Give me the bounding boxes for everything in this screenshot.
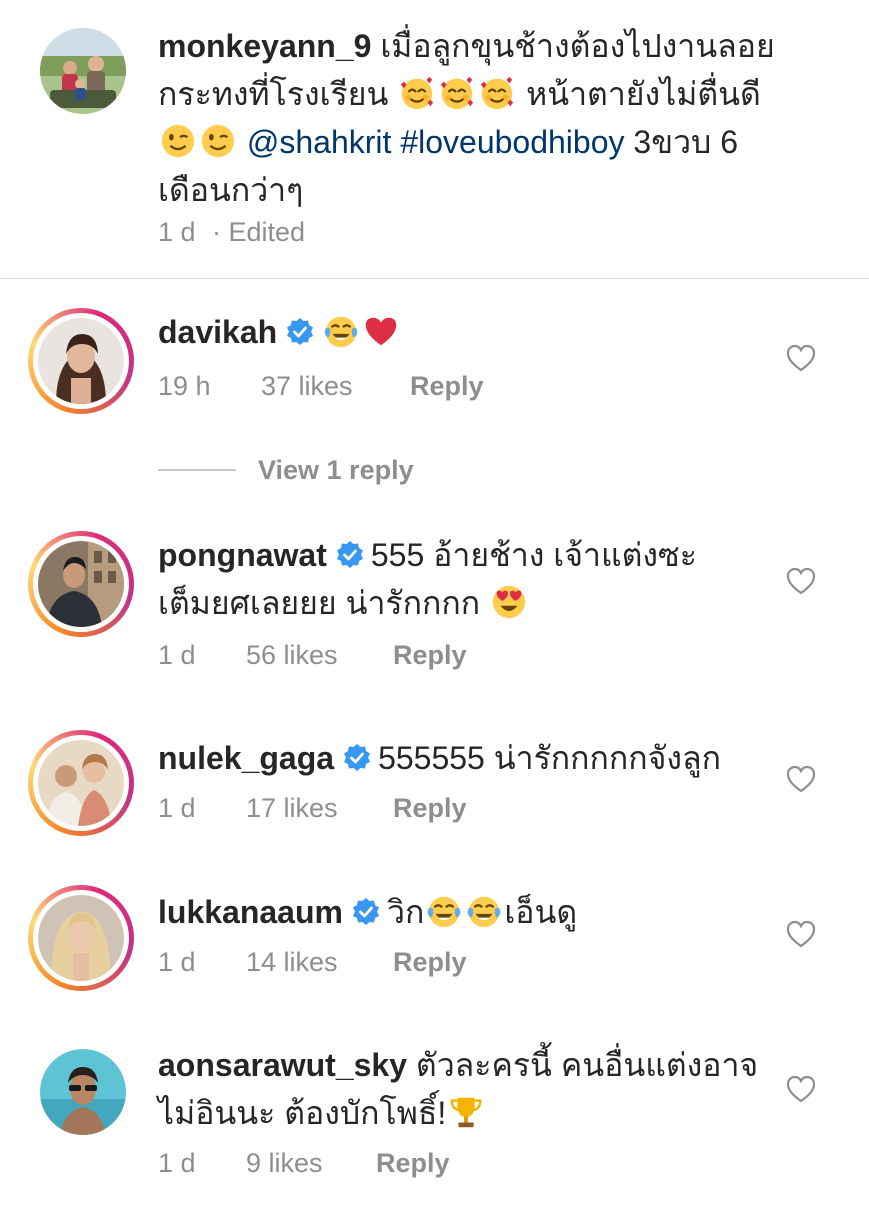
comment-text-post: เอ็นดู	[504, 894, 578, 930]
comments-screen: monkeyann_9 เมื่อลูกขุนช้างต้องไปงานลอย …	[0, 0, 869, 1213]
caption-time: 1 d	[158, 217, 196, 247]
hashtag-link[interactable]: #loveubodhiboy	[400, 124, 624, 160]
like-heart-icon[interactable]	[786, 344, 816, 372]
caption-author-avatar[interactable]	[40, 28, 126, 114]
comment-time: 1 d	[158, 640, 196, 670]
avatar[interactable]	[40, 1049, 126, 1135]
comment-likes[interactable]: 9 likes	[246, 1145, 323, 1181]
like-heart-icon[interactable]	[786, 567, 816, 595]
avatar	[38, 318, 124, 404]
caption-username[interactable]: monkeyann_9	[158, 28, 371, 64]
comment-likes[interactable]: 17 likes	[246, 790, 338, 826]
mention-link[interactable]: @shahkrit	[247, 124, 392, 160]
verified-badge-icon	[352, 898, 379, 925]
like-heart-icon[interactable]	[786, 1075, 816, 1103]
reply-button[interactable]: Reply	[393, 790, 467, 826]
reply-button[interactable]: Reply	[393, 637, 467, 673]
comment-likes[interactable]: 56 likes	[246, 637, 338, 673]
like-heart-icon[interactable]	[786, 765, 816, 793]
reply-button[interactable]: Reply	[376, 1145, 450, 1181]
avatar	[38, 740, 124, 826]
comment-time: 1 d	[158, 1148, 196, 1178]
avatar	[38, 895, 124, 981]
smiling-face-with-heart-eyes-icon	[492, 585, 526, 619]
winking-face-icon	[161, 124, 195, 158]
reply-button[interactable]: Reply	[393, 944, 467, 980]
comment-text: 555555 น่ารักกกกกจังลูก	[378, 740, 721, 776]
comment-username[interactable]: pongnawat	[158, 537, 327, 573]
comment-username[interactable]: lukkanaaum	[158, 894, 343, 930]
caption-text: monkeyann_9 เมื่อลูกขุนช้างต้องไปงานลอย …	[158, 22, 818, 214]
comment-text-line-2: ไม่อินนะ ต้องบักโพธิ์!	[158, 1095, 447, 1131]
caption-edited: · Edited	[212, 217, 306, 247]
winking-face-icon	[201, 124, 235, 158]
comment-text-pre: วิก	[386, 894, 425, 930]
trophy-icon	[450, 1097, 482, 1128]
face-with-tears-of-joy-icon	[428, 896, 461, 928]
verified-badge-icon	[344, 744, 371, 771]
smiling-face-with-hearts-icon	[481, 76, 514, 110]
avatar	[38, 541, 124, 627]
red-heart-icon	[365, 317, 397, 346]
story-ring[interactable]	[28, 730, 134, 836]
view-replies-line	[158, 469, 236, 471]
smiling-face-with-hearts-icon	[401, 76, 434, 110]
comment-text-line-1: ตัวละครนี้ คนอื่นแต่งอาจ	[415, 1047, 759, 1083]
story-ring[interactable]	[28, 308, 134, 414]
comment-username[interactable]: nulek_gaga	[158, 740, 334, 776]
face-with-tears-of-joy-icon	[468, 896, 501, 928]
smiling-face-with-hearts-icon	[441, 76, 474, 110]
comment-time: 19 h	[158, 371, 211, 401]
caption-line-4: เดือนกว่าๆ	[158, 172, 304, 208]
comment-time: 1 d	[158, 793, 196, 823]
comment-text-line-1: 555 อ้ายช้าง เจ้าแต่งซะ	[370, 537, 697, 573]
face-with-tears-of-joy-icon	[324, 316, 358, 348]
caption-line-3-tail: 3ขวบ 6	[633, 124, 739, 160]
comment-likes[interactable]: 14 likes	[246, 944, 338, 980]
comment-time: 1 d	[158, 947, 196, 977]
verified-badge-icon	[287, 318, 314, 345]
caption-line-1: เมื่อลูกขุนช้างต้องไปงานลอย	[380, 28, 775, 64]
comment-username[interactable]: aonsarawut_sky	[158, 1047, 407, 1083]
story-ring[interactable]	[28, 885, 134, 991]
story-ring[interactable]	[28, 531, 134, 637]
like-heart-icon[interactable]	[786, 920, 816, 948]
comment-likes[interactable]: 37 likes	[261, 368, 353, 404]
reply-button[interactable]: Reply	[410, 368, 484, 404]
caption-line-2: กระทงที่โรงเรียน	[158, 76, 389, 112]
view-replies-label[interactable]: View 1 reply	[258, 452, 414, 488]
verified-badge-icon	[336, 541, 363, 568]
post-caption: monkeyann_9 เมื่อลูกขุนช้างต้องไปงานลอย …	[0, 0, 869, 278]
comment-username[interactable]: davikah	[158, 314, 277, 350]
comment-text-line-2: เต็มยศเลยยย น่ารักกกก	[158, 585, 481, 621]
caption-line-2-tail: หน้าตายังไม่ตื่นดี	[526, 76, 761, 112]
caption-divider	[0, 278, 869, 279]
